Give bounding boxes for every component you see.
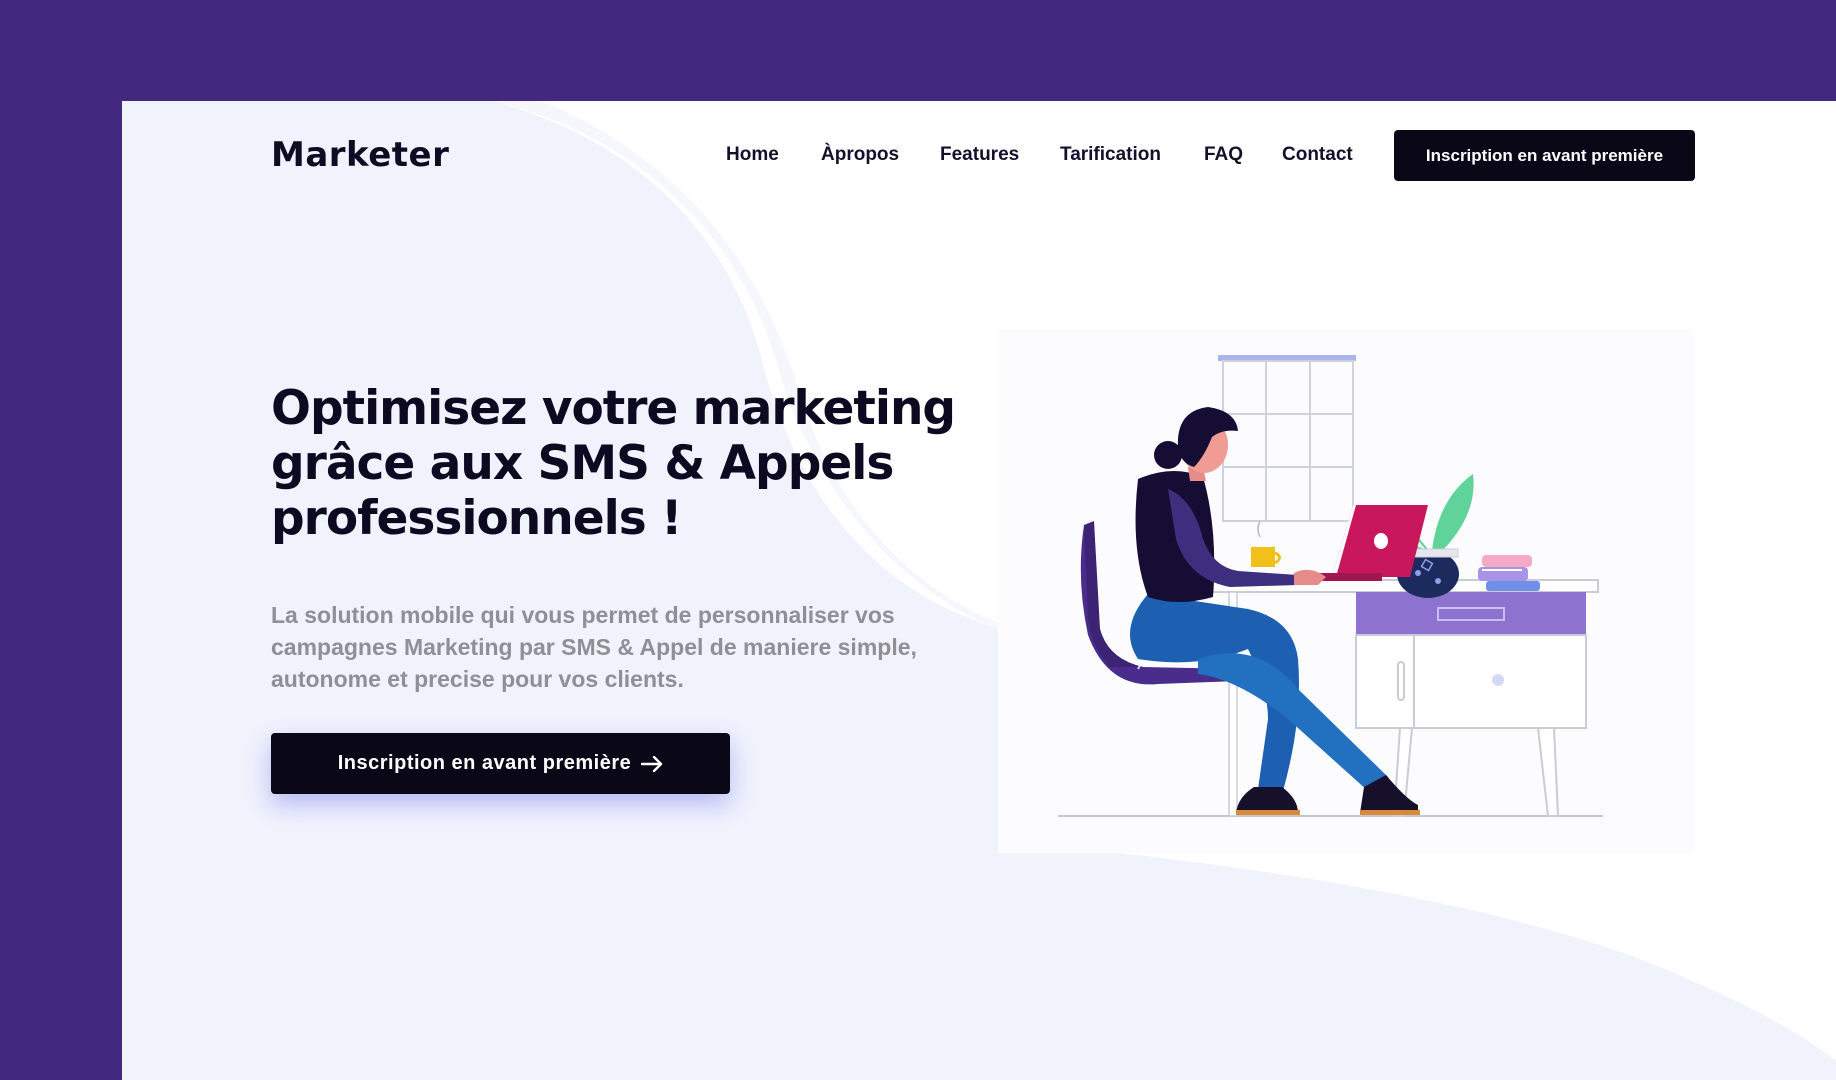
hero-subtitle-line: campagnes Marketing par SMS & Appel de m… [271,634,917,660]
hero-subtitle: La solution mobile qui vous permet de pe… [271,599,971,695]
woman-working-at-desk-illustration [998,329,1694,853]
nav-link-contact[interactable]: Contact [1282,144,1353,166]
nav-link-home[interactable]: Home [726,144,779,166]
hero-subtitle-line: autonome et precise pour vos clients. [271,666,684,692]
hero-subtitle-line: La solution mobile qui vous permet de pe… [271,602,895,628]
nav-link-faq[interactable]: FAQ [1204,144,1243,166]
hero-title-line: professionnels ! [271,491,682,546]
hero-signup-button[interactable]: Inscription en avant première [271,733,730,794]
hero-title: Optimisez votre marketing grâce aux SMS … [271,381,971,546]
nav-signup-button[interactable]: Inscription en avant première [1394,130,1695,181]
hero-signup-label: Inscription en avant première [337,752,632,774]
nav-link-tarification[interactable]: Tarification [1060,144,1161,166]
nav-link-features[interactable]: Features [940,144,1019,166]
hero-title-line: grâce aux SMS & Appels [271,436,894,491]
hero-title-line: Optimisez votre marketing [271,381,956,436]
nav-link-apropos[interactable]: Àpropos [821,144,899,166]
landing-page: Marketer Home Àpropos Features Tarificat… [122,101,1836,1080]
arrow-right-icon [641,755,663,772]
